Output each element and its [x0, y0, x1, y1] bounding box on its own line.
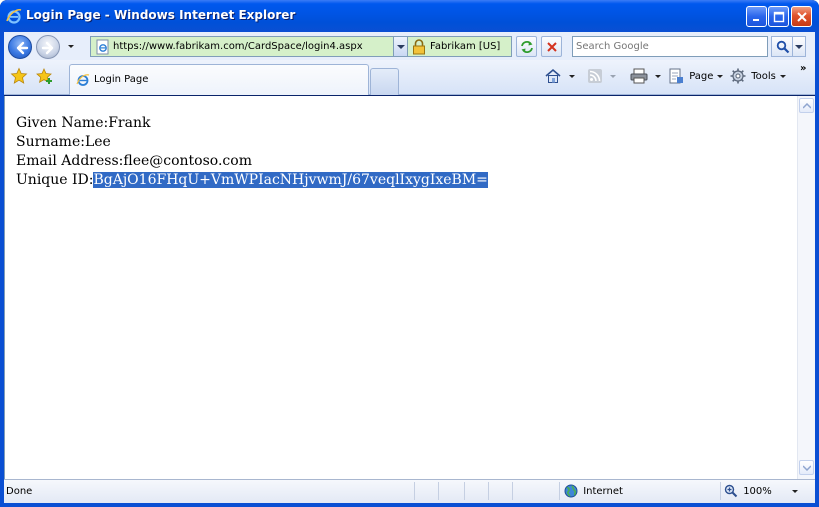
feeds-dropdown-icon[interactable] [610, 74, 617, 78]
address-url: https://www.fabrikam.com/CardSpace/login… [113, 41, 363, 52]
scroll-up-button[interactable] [799, 98, 814, 113]
printer-icon [630, 68, 651, 84]
address-bar[interactable]: https://www.fabrikam.com/CardSpace/login… [90, 36, 408, 57]
page-dropdown-icon [717, 74, 724, 78]
given-name-label: Given Name: [16, 115, 109, 131]
forward-button[interactable] [36, 35, 60, 59]
home-button[interactable] [544, 68, 576, 86]
tab-toolbar: Login Page Page Tools » [4, 60, 815, 95]
zoom-dropdown-icon[interactable] [791, 489, 798, 493]
certificate-label: Fabrikam [US] [430, 41, 501, 52]
status-divider [488, 482, 489, 500]
ie-icon [6, 8, 22, 24]
status-text: Done [6, 486, 33, 497]
unique-id-row: Unique ID:BgAjO16FHqU+VmWPIacNHjvwmJ/67v… [16, 172, 488, 188]
unique-id-value-selected[interactable]: BgAjO16FHqU+VmWPIacNHjvwmJ/67veqlIxygIxe… [93, 172, 488, 188]
window-frame-right [815, 32, 819, 507]
status-bar: Done Internet 100% [4, 479, 815, 503]
ie-page-icon [76, 73, 90, 90]
page-menu-icon [668, 68, 687, 84]
add-favorites-icon[interactable] [36, 67, 54, 88]
unique-id-label: Unique ID: [16, 172, 94, 188]
tools-menu-button[interactable]: Tools [730, 68, 786, 86]
search-options-dropdown[interactable] [793, 36, 806, 57]
recent-pages-dropdown[interactable] [66, 41, 76, 51]
window-frame-bottom [0, 503, 819, 507]
search-input[interactable] [573, 37, 767, 56]
page-content: Given Name:Frank Surname:Lee Email Addre… [4, 96, 797, 479]
address-dropdown[interactable] [393, 36, 408, 57]
feeds-button[interactable] [587, 68, 617, 86]
page-menu-button[interactable]: Page [668, 68, 724, 86]
zoom-control[interactable]: 100% [724, 484, 798, 498]
title-bar[interactable]: Login Page - Windows Internet Explorer [0, 0, 819, 32]
scroll-down-button[interactable] [799, 460, 814, 475]
page-icon [95, 39, 111, 55]
status-divider [559, 482, 560, 500]
window-title: Login Page - Windows Internet Explorer [26, 8, 296, 22]
print-button[interactable] [630, 68, 662, 86]
browser-window: Login Page - Windows Internet Explorer h… [0, 0, 819, 507]
email-value: flee@contoso.com [123, 153, 252, 169]
tools-menu-label: Tools [751, 70, 776, 82]
tab-login-page[interactable]: Login Page [69, 64, 369, 95]
security-report[interactable]: Fabrikam [US] [408, 36, 512, 57]
given-name-row: Given Name:Frank [16, 115, 150, 131]
print-dropdown-icon[interactable] [655, 74, 662, 78]
feeds-icon [587, 69, 606, 83]
status-divider [720, 482, 721, 500]
given-name-value: Frank [108, 115, 151, 131]
maximize-button[interactable] [768, 6, 789, 27]
back-button[interactable] [8, 35, 32, 59]
tab-label: Login Page [94, 74, 149, 85]
status-divider [438, 482, 439, 500]
page-menu-label: Page [689, 70, 714, 82]
status-divider [414, 482, 415, 500]
home-dropdown-icon[interactable] [569, 74, 576, 78]
more-commands-chevron-icon[interactable]: » [800, 63, 806, 74]
globe-icon [564, 484, 581, 498]
security-zone[interactable]: Internet [564, 484, 623, 498]
address-toolbar: https://www.fabrikam.com/CardSpace/login… [4, 32, 815, 60]
tools-dropdown-icon [779, 74, 786, 78]
status-divider [464, 482, 465, 500]
email-label: Email Address: [16, 153, 124, 169]
status-divider [512, 482, 513, 500]
new-tab-button[interactable] [370, 68, 399, 95]
search-button[interactable] [771, 36, 793, 57]
surname-row: Surname:Lee [16, 134, 111, 150]
vertical-scrollbar[interactable] [797, 96, 815, 479]
zoom-level: 100% [743, 485, 772, 497]
surname-label: Surname: [16, 134, 85, 150]
search-box[interactable] [572, 36, 768, 57]
surname-value: Lee [84, 134, 111, 150]
zone-label: Internet [583, 485, 623, 497]
minimize-button[interactable] [746, 6, 767, 27]
favorites-star-icon[interactable] [10, 67, 28, 88]
home-icon [544, 68, 565, 83]
stop-button[interactable] [541, 36, 562, 57]
refresh-button[interactable] [516, 36, 537, 57]
magnifier-icon [724, 484, 741, 498]
close-button[interactable] [791, 6, 812, 27]
email-row: Email Address:flee@contoso.com [16, 153, 252, 169]
gear-icon [730, 68, 749, 84]
lock-icon [412, 39, 426, 58]
